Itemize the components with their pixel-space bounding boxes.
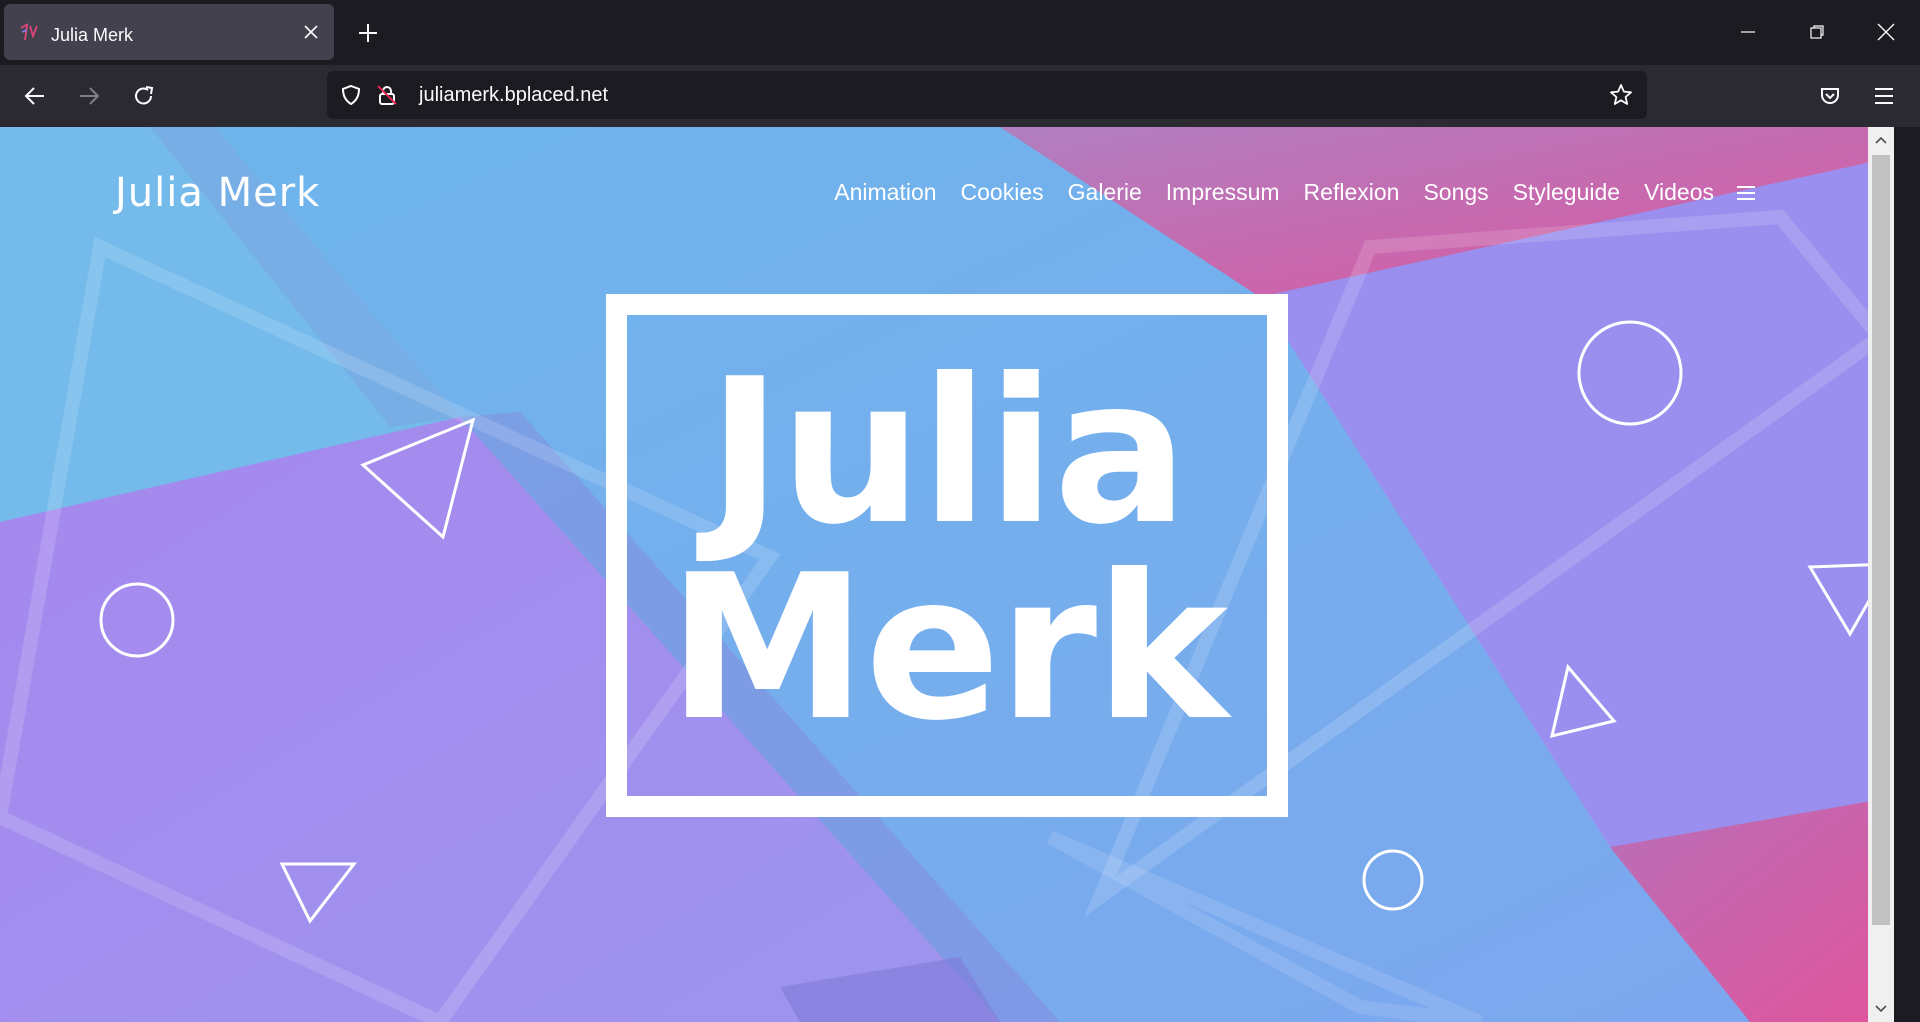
hero-heading: Julia Merk <box>627 336 1267 765</box>
shield-icon[interactable] <box>339 83 363 107</box>
site-navigation: Animation Cookies Galerie Impressum Refl… <box>810 179 1756 206</box>
hero-line-first: Julia <box>707 336 1189 569</box>
hero-frame: Julia Merk <box>606 294 1288 817</box>
address-bar[interactable]: juliamerk.bplaced.net <box>327 71 1647 119</box>
url-text[interactable]: juliamerk.bplaced.net <box>419 84 608 107</box>
minimize-icon[interactable] <box>1726 12 1770 52</box>
hero-line-last: Merk <box>667 532 1228 765</box>
browser-tab[interactable]: Julia Merk <box>4 4 334 60</box>
tab-favicon-icon <box>18 22 40 44</box>
scrollbar-thumb[interactable] <box>1872 155 1890 925</box>
nav-link-galerie[interactable]: Galerie <box>1068 179 1142 206</box>
page-viewport: Julia Merk Animation Cookies Galerie Imp… <box>0 127 1894 1022</box>
tab-title: Julia Merk <box>51 25 134 45</box>
scroll-down-icon[interactable] <box>1868 996 1894 1022</box>
tab-strip: Julia Merk <box>0 0 1920 65</box>
vertical-scrollbar[interactable] <box>1868 127 1894 1022</box>
hamburger-icon[interactable] <box>1736 183 1756 203</box>
restore-icon[interactable] <box>1795 12 1839 52</box>
window-close-icon[interactable] <box>1864 12 1908 52</box>
back-arrow-icon[interactable] <box>17 78 53 114</box>
navigation-toolbar: juliamerk.bplaced.net <box>0 65 1920 127</box>
scroll-up-icon[interactable] <box>1868 127 1894 153</box>
pocket-icon[interactable] <box>1812 78 1848 114</box>
nav-link-impressum[interactable]: Impressum <box>1166 179 1280 206</box>
nav-link-videos[interactable]: Videos <box>1644 179 1714 206</box>
forward-arrow-icon[interactable] <box>71 78 107 114</box>
app-menu-icon[interactable] <box>1866 78 1902 114</box>
nav-link-songs[interactable]: Songs <box>1423 179 1488 206</box>
site-logo-title[interactable]: Julia Merk <box>115 170 320 216</box>
star-icon[interactable] <box>1609 83 1633 107</box>
close-icon[interactable] <box>298 19 324 45</box>
nav-link-styleguide[interactable]: Styleguide <box>1513 179 1620 206</box>
nav-link-reflexion[interactable]: Reflexion <box>1304 179 1400 206</box>
plus-icon[interactable] <box>354 19 382 47</box>
insecure-lock-icon[interactable] <box>375 83 399 107</box>
nav-link-cookies[interactable]: Cookies <box>961 179 1044 206</box>
nav-link-animation[interactable]: Animation <box>834 179 936 206</box>
reload-icon[interactable] <box>126 78 162 114</box>
